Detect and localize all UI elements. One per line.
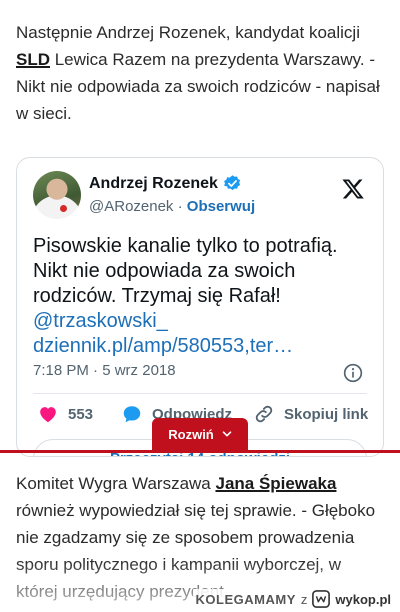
handle-row: @ARozenek · Obserwuj [89, 198, 255, 215]
link-icon [255, 405, 273, 423]
paragraph-text: Lewica Razem na prezydenta Warszawy. - N… [16, 50, 380, 123]
expand-button[interactable]: Rozwiń [152, 418, 248, 450]
info-icon[interactable] [343, 363, 363, 383]
like-button[interactable]: 553 [37, 403, 93, 425]
avatar-pin [60, 205, 67, 212]
x-logo-icon[interactable] [341, 177, 365, 201]
verified-badge-icon [224, 175, 241, 191]
copy-link-button[interactable]: Skopiuj link [253, 403, 368, 425]
tweet-body-text: Pisowskie kanalie tylko to potrafią. Nik… [33, 235, 338, 307]
heart-icon [40, 407, 56, 423]
author-handle[interactable]: @ARozenek [89, 198, 173, 215]
tweet-text: Pisowskie kanalie tylko to potrafią. Nik… [33, 234, 371, 359]
tweet-mention-link[interactable]: @trzaskowski_ [33, 309, 371, 334]
chevron-down-icon [222, 431, 232, 437]
speech-bubble-icon [123, 406, 141, 423]
follow-button[interactable]: Obserwuj [187, 198, 255, 215]
copy-link-label: Skopiuj link [284, 405, 369, 423]
embedded-tweet[interactable]: Andrzej Rozenek @ARozenek · Obserwuj Pis… [16, 157, 384, 457]
paragraph-text: Następnie Andrzej Rozenek, kandydat koal… [16, 23, 360, 42]
tweet-timestamp[interactable]: 7:18 PM · 5 wrz 2018 [33, 362, 176, 379]
tweet-time[interactable]: 7:18 PM [33, 362, 89, 379]
tweet-url-link[interactable]: dziennik.pl/amp/580553,ter… [33, 334, 371, 359]
tweet-date[interactable]: 5 wrz 2018 [102, 362, 175, 379]
watermark: KOLEGAMAMY z wykop.pl [192, 589, 394, 609]
separator: · [177, 198, 183, 215]
meta-separator: · [93, 362, 99, 379]
avatar[interactable] [33, 171, 81, 219]
wykop-logo-icon [312, 590, 331, 608]
tweet-header: Andrzej Rozenek @ARozenek · Obserwuj [33, 171, 369, 221]
watermark-site: wykop.pl [335, 591, 391, 607]
article-paragraph: Następnie Andrzej Rozenek, kandydat koal… [16, 19, 384, 127]
expand-label[interactable]: Rozwiń [168, 427, 214, 442]
author-name-text[interactable]: Andrzej Rozenek [89, 175, 218, 193]
watermark-from: z [300, 591, 308, 607]
watermark-user: KOLEGAMAMY [195, 591, 296, 607]
divider [33, 393, 367, 394]
paragraph-text: Komitet Wygra Warszawa [16, 474, 216, 493]
author-name[interactable]: Andrzej Rozenek [89, 174, 242, 193]
likes-count: 553 [68, 405, 94, 423]
expand-bar [0, 450, 400, 453]
tag-link-sld[interactable]: SLD [16, 50, 50, 69]
person-link[interactable]: Jana Śpiewaka [215, 474, 336, 493]
